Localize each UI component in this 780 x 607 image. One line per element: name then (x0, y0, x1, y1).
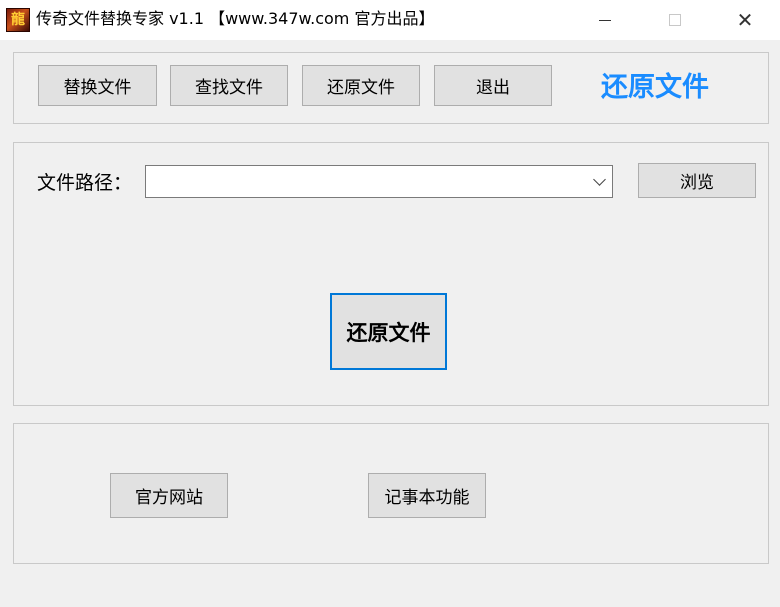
app-icon-glyph: 龍 (11, 12, 25, 28)
path-label: 文件路径： (37, 172, 133, 194)
path-combobox[interactable] (145, 165, 613, 198)
maximize-button[interactable] (640, 0, 710, 40)
path-input[interactable] (150, 170, 584, 195)
restore-file-button[interactable]: 还原文件 (302, 65, 420, 106)
browse-button[interactable]: 浏览 (638, 163, 756, 198)
find-file-button[interactable]: 查找文件 (170, 65, 288, 106)
close-icon: ✕ (736, 8, 754, 32)
window-title: 传奇文件替换专家 v1.1 【www.347w.com 官方出品】 (36, 9, 435, 28)
mode-title: 还原文件 (601, 72, 709, 103)
title-bar: 龍 传奇文件替换专家 v1.1 【www.347w.com 官方出品】 ✕ (0, 0, 780, 40)
window-bottom-edge (0, 594, 780, 607)
replace-file-button[interactable]: 替换文件 (38, 65, 157, 106)
chevron-down-icon[interactable] (593, 173, 606, 186)
notepad-button[interactable]: 记事本功能 (368, 473, 486, 518)
app-icon: 龍 (6, 8, 30, 32)
restore-action-button[interactable]: 还原文件 (330, 293, 447, 370)
official-website-button[interactable]: 官方网站 (110, 473, 228, 518)
exit-button[interactable]: 退出 (434, 65, 552, 106)
close-button[interactable]: ✕ (710, 0, 780, 40)
maximize-icon (669, 14, 681, 26)
minimize-icon (599, 19, 611, 21)
minimize-button[interactable] (570, 0, 640, 40)
